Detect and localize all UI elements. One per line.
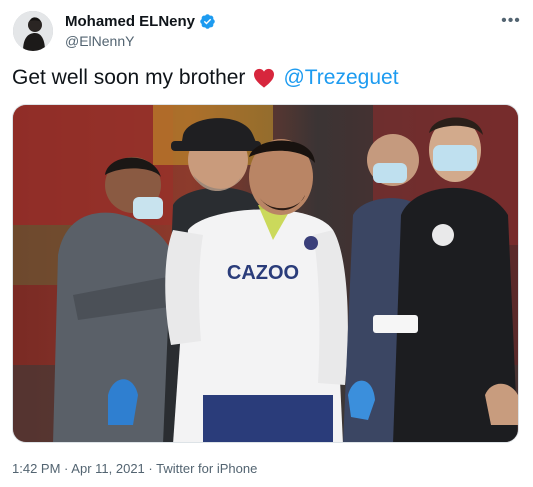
- tweet-photo[interactable]: CAZOO: [12, 104, 519, 443]
- tweet-text: Get well soon my brother @Trezeguet: [12, 66, 399, 90]
- meta-separator-2: ·: [148, 461, 153, 476]
- meta-separator: ·: [64, 461, 69, 476]
- jersey-sponsor-text: CAZOO: [227, 262, 299, 284]
- tweet-date[interactable]: Apr 11, 2021: [71, 461, 144, 476]
- avatar-image: [13, 11, 53, 51]
- tweet-source: Twitter for iPhone: [156, 461, 258, 476]
- tweet-card: Mohamed ELNeny @ElNennY ••• Get well soo…: [0, 0, 533, 487]
- verified-badge-icon: [200, 14, 215, 29]
- author-name-row[interactable]: Mohamed ELNeny: [65, 13, 216, 30]
- author-handle[interactable]: @ElNennY: [65, 33, 134, 49]
- author-display-name[interactable]: Mohamed ELNeny: [65, 13, 195, 30]
- tweet-metadata: 1:42 PM · Apr 11, 2021 · Twitter for iPh…: [12, 461, 257, 476]
- photo-image: CAZOO: [13, 105, 518, 442]
- tweet-text-body: Get well soon my brother: [12, 66, 246, 89]
- mention-link[interactable]: @Trezeguet: [283, 66, 398, 90]
- more-options-icon[interactable]: •••: [499, 11, 523, 31]
- tweet-time[interactable]: 1:42 PM: [12, 461, 60, 476]
- avatar[interactable]: [13, 11, 53, 51]
- red-heart-icon: [254, 68, 275, 88]
